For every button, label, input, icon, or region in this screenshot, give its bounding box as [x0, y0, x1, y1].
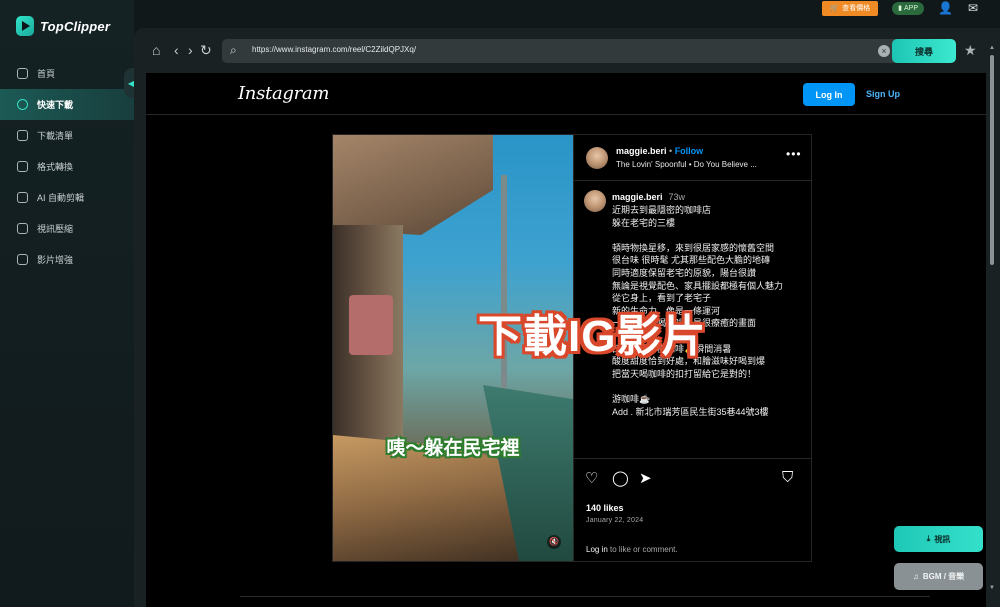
- pricing-button[interactable]: 🛒 查看價格: [822, 0, 879, 16]
- scroll-up-icon[interactable]: ▲: [989, 45, 995, 51]
- sidebar-item-label: 首頁: [37, 69, 56, 79]
- convert-icon: [17, 161, 28, 172]
- topbar-actions: 🛒 查看價格 ▮ APP 👤 ✉: [822, 0, 980, 16]
- download-bgm-button[interactable]: ♫ BGM / 音樂: [894, 563, 983, 590]
- mute-icon[interactable]: 🔇: [547, 535, 561, 549]
- post-username[interactable]: maggie.beri: [616, 146, 667, 156]
- login-prompt-text: to like or comment.: [607, 545, 678, 554]
- cart-icon: 🛒: [830, 5, 840, 12]
- sidebar: TopClipper 首頁 快速下載 下載清單 格式轉換 AI 自動剪輯 視訊壓…: [0, 0, 134, 607]
- sidebar-item-label: 視訊壓縮: [37, 224, 74, 234]
- app-label: APP: [903, 4, 918, 12]
- url-input[interactable]: https://www.instagram.com/reel/C2ZildQPJ…: [252, 45, 416, 54]
- login-prompt: Log in to like or comment.: [586, 545, 678, 554]
- enhance-icon: [17, 254, 28, 265]
- topclipper-app: TopClipper 首頁 快速下載 下載清單 格式轉換 AI 自動剪輯 視訊壓…: [0, 0, 1000, 607]
- post-header-user: maggie.beri • Follow: [616, 146, 703, 156]
- mail-icon[interactable]: ✉: [966, 1, 980, 15]
- ai-edit-icon: [17, 192, 28, 203]
- download-video-button[interactable]: ⤓ 視訊: [894, 526, 983, 552]
- search-icon: ⌕: [230, 43, 237, 57]
- caption-time: 73w: [668, 192, 686, 202]
- sidebar-item-format-convert[interactable]: 格式轉換: [0, 151, 134, 182]
- video-scene-clothes: [349, 295, 393, 355]
- music-label[interactable]: The Lovin' Spoonful • Do You Believe ...: [616, 160, 757, 169]
- comment-icon[interactable]: ◯: [612, 469, 629, 487]
- login-link[interactable]: Log in: [586, 545, 608, 554]
- sidebar-item-ai-edit[interactable]: AI 自動剪輯: [0, 182, 134, 213]
- app-button[interactable]: ▮ APP: [892, 1, 924, 15]
- heart-icon[interactable]: ♡: [585, 469, 598, 487]
- forward-icon[interactable]: ›: [188, 42, 193, 58]
- app-name: TopClipper: [40, 18, 111, 34]
- more-options-icon[interactable]: •••: [786, 147, 802, 161]
- url-bar[interactable]: ⌕ https://www.instagram.com/reel/C2ZildQ…: [222, 39, 902, 63]
- download-video-label: 視訊: [934, 534, 951, 544]
- home-icon: [17, 68, 28, 79]
- sidebar-item-video-enhance[interactable]: 影片增強: [0, 244, 134, 275]
- sidebar-item-quick-download[interactable]: 快速下載: [0, 89, 134, 120]
- avatar[interactable]: [586, 147, 608, 169]
- scroll-down-icon[interactable]: ▼: [989, 585, 995, 591]
- home-nav-icon[interactable]: ⌂: [152, 42, 160, 58]
- download-bgm-label: BGM / 音樂: [922, 572, 965, 581]
- post-header: maggie.beri • Follow The Lovin' Spoonful…: [574, 135, 812, 181]
- follow-button[interactable]: Follow: [675, 146, 704, 156]
- caption-avatar[interactable]: [584, 190, 606, 212]
- bookmark-icon[interactable]: ⛉: [782, 469, 793, 486]
- ig-header: Instagram Log In Sign Up: [146, 73, 986, 115]
- music-icon: ♫: [912, 572, 919, 581]
- search-button[interactable]: 搜尋: [892, 39, 956, 63]
- ig-login-button[interactable]: Log In: [803, 83, 855, 106]
- phone-icon: ▮: [898, 5, 902, 12]
- overlay-title: 下載IG影片: [478, 312, 707, 361]
- user-icon[interactable]: 👤: [938, 1, 953, 15]
- page-scrollbar[interactable]: ▲ ▼: [989, 45, 995, 595]
- instagram-logo[interactable]: Instagram: [238, 83, 329, 104]
- refresh-icon[interactable]: ↻: [200, 42, 212, 59]
- search-icon: [17, 99, 28, 110]
- sidebar-item-label: 快速下載: [37, 100, 74, 110]
- download-icon: ⤓: [926, 534, 931, 543]
- caption-header: maggie.beri 73w: [612, 192, 685, 202]
- download-list-icon: [17, 130, 28, 141]
- pricing-label: 查看價格: [842, 5, 871, 12]
- compress-icon: [17, 223, 28, 234]
- post-date: January 22, 2024: [586, 517, 644, 524]
- logo-icon: [16, 16, 34, 36]
- sidebar-item-label: 下載清單: [37, 131, 74, 141]
- like-count[interactable]: 140 likes: [586, 503, 624, 513]
- clear-icon[interactable]: ×: [878, 45, 890, 57]
- sidebar-item-download-list[interactable]: 下載清單: [0, 120, 134, 151]
- video-caption: 咦～躲在民宅裡: [386, 438, 520, 459]
- back-icon[interactable]: ‹: [174, 42, 179, 58]
- app-logo: TopClipper: [16, 16, 110, 36]
- post-actions: ♡ ◯ ➤ ⛉ 140 likes January 22, 2024 Log i…: [574, 458, 812, 561]
- caption-username[interactable]: maggie.beri: [612, 192, 663, 202]
- sidebar-item-label: AI 自動剪輯: [37, 193, 85, 203]
- share-icon[interactable]: ➤: [639, 469, 652, 487]
- sidebar-item-label: 格式轉換: [37, 162, 74, 172]
- sidebar-item-video-compress[interactable]: 視訊壓縮: [0, 213, 134, 244]
- sidebar-item-home[interactable]: 首頁: [0, 58, 134, 89]
- sidebar-item-label: 影片增強: [37, 255, 74, 265]
- sidebar-nav: 首頁 快速下載 下載清單 格式轉換 AI 自動剪輯 視訊壓縮 影片增強: [0, 58, 134, 275]
- ig-signup-link[interactable]: Sign Up: [866, 89, 900, 99]
- scroll-thumb[interactable]: [990, 55, 994, 265]
- star-icon[interactable]: ★: [964, 42, 977, 59]
- divider: [240, 596, 930, 597]
